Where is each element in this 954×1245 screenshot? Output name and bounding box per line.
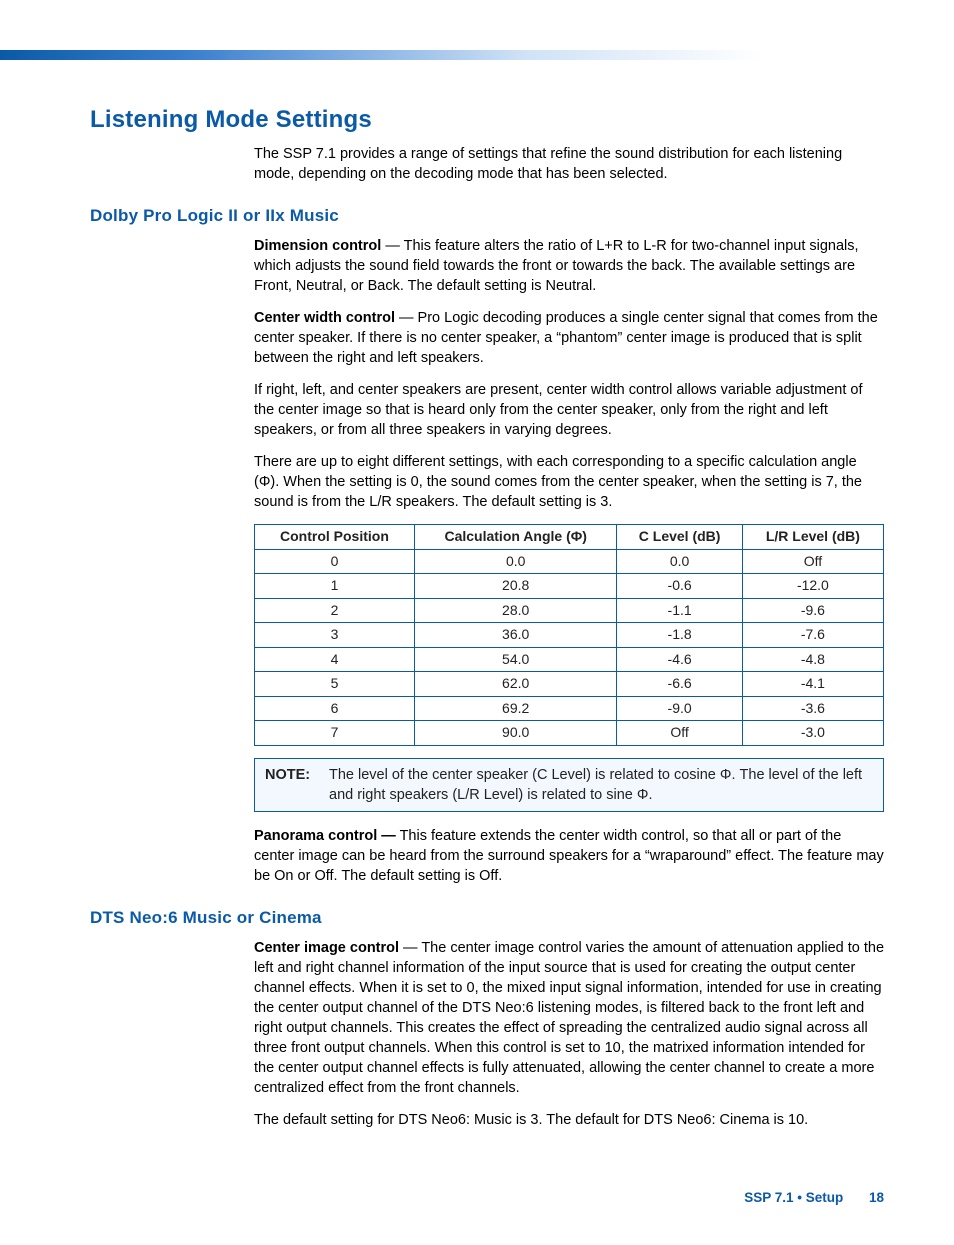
document-page: Listening Mode Settings The SSP 7.1 prov… (0, 60, 954, 1245)
cell: -3.0 (742, 721, 883, 746)
dolby-content: Dimension control — This feature alters … (254, 236, 884, 886)
th-c-level: C Level (dB) (617, 525, 742, 550)
cell: 28.0 (414, 598, 617, 623)
table-row: 1 20.8 -0.6 -12.0 (255, 574, 884, 599)
header-accent-bar (0, 50, 954, 60)
cell: 0 (255, 549, 415, 574)
table-row: 3 36.0 -1.8 -7.6 (255, 623, 884, 648)
center-image-paragraph: Center image control — The center image … (254, 938, 884, 1098)
cell: -9.6 (742, 598, 883, 623)
cell: 54.0 (414, 647, 617, 672)
note-text: The level of the center speaker (C Level… (329, 765, 873, 805)
cell: -4.6 (617, 647, 742, 672)
cell: -7.6 (742, 623, 883, 648)
cell: 90.0 (414, 721, 617, 746)
cell: -12.0 (742, 574, 883, 599)
th-calc-angle: Calculation Angle (Φ) (414, 525, 617, 550)
panorama-control-paragraph: Panorama control — This feature extends … (254, 826, 884, 886)
center-width-paragraph-2: If right, left, and center speakers are … (254, 380, 884, 440)
table-row: 2 28.0 -1.1 -9.6 (255, 598, 884, 623)
cell: -6.6 (617, 672, 742, 697)
cell: -9.0 (617, 696, 742, 721)
center-width-paragraph-3: There are up to eight different settings… (254, 452, 884, 512)
cell: Off (742, 549, 883, 574)
cell: Off (617, 721, 742, 746)
intro-block: The SSP 7.1 provides a range of settings… (254, 144, 884, 184)
panorama-control-label: Panorama control — (254, 828, 396, 844)
cell: 6 (255, 696, 415, 721)
section-heading-dts: DTS Neo:6 Music or Cinema (90, 908, 884, 928)
cell: 3 (255, 623, 415, 648)
dts-content: Center image control — The center image … (254, 938, 884, 1130)
table-row: 7 90.0 Off -3.0 (255, 721, 884, 746)
cell: -0.6 (617, 574, 742, 599)
intro-paragraph: The SSP 7.1 provides a range of settings… (254, 144, 884, 184)
cell: -1.8 (617, 623, 742, 648)
cell: -4.8 (742, 647, 883, 672)
cell: 0.0 (414, 549, 617, 574)
cell: 1 (255, 574, 415, 599)
note-label: NOTE: (265, 765, 329, 805)
center-width-table: Control Position Calculation Angle (Φ) C… (254, 524, 884, 746)
page-title: Listening Mode Settings (90, 106, 884, 134)
table-row: 4 54.0 -4.6 -4.8 (255, 647, 884, 672)
note-box: NOTE: The level of the center speaker (C… (254, 758, 884, 812)
center-width-paragraph-1: Center width control — Pro Logic decodin… (254, 308, 884, 368)
cell: -4.1 (742, 672, 883, 697)
dts-defaults-paragraph: The default setting for DTS Neo6: Music … (254, 1110, 884, 1130)
cell: 0.0 (617, 549, 742, 574)
cell: -3.6 (742, 696, 883, 721)
cell: 4 (255, 647, 415, 672)
page-footer: SSP 7.1 • Setup 18 (90, 1190, 884, 1205)
cell: 7 (255, 721, 415, 746)
th-control-position: Control Position (255, 525, 415, 550)
center-width-label: Center width control (254, 310, 395, 326)
th-lr-level: L/R Level (dB) (742, 525, 883, 550)
cell: 5 (255, 672, 415, 697)
table-header-row: Control Position Calculation Angle (Φ) C… (255, 525, 884, 550)
cell: -1.1 (617, 598, 742, 623)
table-row: 6 69.2 -9.0 -3.6 (255, 696, 884, 721)
cell: 20.8 (414, 574, 617, 599)
section-heading-dolby: Dolby Pro Logic II or IIx Music (90, 206, 884, 226)
table-row: 5 62.0 -6.6 -4.1 (255, 672, 884, 697)
table-row: 0 0.0 0.0 Off (255, 549, 884, 574)
dimension-control-paragraph: Dimension control — This feature alters … (254, 236, 884, 296)
dimension-control-label: Dimension control (254, 238, 381, 254)
footer-page-number: 18 (869, 1190, 884, 1205)
center-image-label: Center image control (254, 940, 399, 956)
cell: 69.2 (414, 696, 617, 721)
cell: 2 (255, 598, 415, 623)
cell: 36.0 (414, 623, 617, 648)
center-image-text: — The center image control varies the am… (254, 940, 884, 1096)
cell: 62.0 (414, 672, 617, 697)
footer-doc-title: SSP 7.1 • Setup (744, 1190, 843, 1205)
